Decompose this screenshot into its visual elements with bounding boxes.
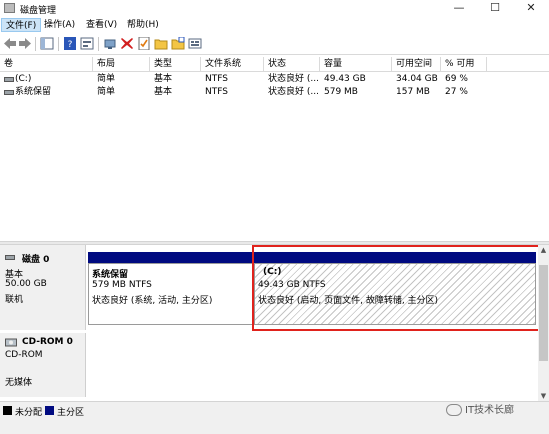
table-row[interactable]: (C:) 简单 基本 NTFS 状态良好 (... 49.43 GB 34.04… xyxy=(0,73,549,86)
checklist-icon[interactable] xyxy=(137,37,151,50)
partition-status: 状态良好 (系统, 活动, 主分区) xyxy=(92,296,213,306)
column-header-type[interactable]: 类型 xyxy=(150,57,201,72)
partition-system-reserved-bar xyxy=(88,252,253,263)
delete-icon[interactable] xyxy=(120,37,134,50)
type-cell: 基本 xyxy=(154,74,173,84)
connect-icon[interactable] xyxy=(103,37,117,50)
cdrom-name: CD-ROM 0 xyxy=(22,337,73,347)
scroll-down-icon[interactable]: ▼ xyxy=(538,391,549,401)
toolbar-separator xyxy=(58,37,59,51)
volume-list: 卷 布局 类型 文件系统 状态 容量 可用空间 % 可用 (C:) 简单 基本 … xyxy=(0,57,549,242)
cdrom-type: CD-ROM xyxy=(5,350,43,360)
disk-icon xyxy=(5,255,15,260)
svg-text:?: ? xyxy=(68,40,73,50)
capacity-cell: 579 MB xyxy=(324,87,358,97)
menu-action[interactable]: 操作(A) xyxy=(40,18,79,32)
column-header-percent-free[interactable]: % 可用 xyxy=(441,57,487,72)
scroll-up-icon[interactable]: ▲ xyxy=(538,245,549,255)
partition-size: 579 MB NTFS xyxy=(92,280,152,290)
disk-management-app-icon xyxy=(4,3,15,13)
status-cell: 状态良好 (... xyxy=(268,74,319,84)
console-tree-icon[interactable] xyxy=(40,37,54,50)
filesystem-cell: NTFS xyxy=(205,87,228,97)
legend-primary-swatch xyxy=(45,406,54,415)
back-icon[interactable] xyxy=(3,37,17,50)
disk-0-label[interactable]: 磁盘 0 基本 50.00 GB 联机 xyxy=(0,245,86,330)
open-folder-icon[interactable] xyxy=(154,37,168,50)
column-header-capacity[interactable]: 容量 xyxy=(320,57,392,72)
vertical-scrollbar[interactable]: ▲ ▼ xyxy=(538,245,549,401)
scroll-thumb[interactable] xyxy=(539,265,548,361)
new-folder-icon[interactable] xyxy=(171,37,185,50)
wechat-icon xyxy=(446,404,462,416)
status-bar xyxy=(0,419,549,434)
window-title: 磁盘管理 xyxy=(20,6,57,16)
help-icon[interactable]: ? xyxy=(63,37,77,50)
toolbar: ? xyxy=(0,33,549,55)
type-cell: 基本 xyxy=(154,87,173,97)
legend-primary-label: 主分区 xyxy=(57,408,85,418)
column-header-filesystem[interactable]: 文件系统 xyxy=(201,57,264,72)
legend-unallocated-label: 未分配 xyxy=(15,408,43,418)
disk-size: 50.00 GB xyxy=(5,279,47,289)
free-space-cell: 34.04 GB xyxy=(396,74,438,84)
column-header-volume[interactable]: 卷 xyxy=(0,57,93,72)
percent-free-cell: 27 % xyxy=(445,87,468,97)
capacity-cell: 49.43 GB xyxy=(324,74,366,84)
cdrom-icon xyxy=(5,338,17,347)
volume-icon xyxy=(4,77,14,82)
disk-name: 磁盘 0 xyxy=(22,255,50,265)
volume-cell: (C:) xyxy=(15,74,32,84)
menu-file[interactable]: 文件(F) xyxy=(1,18,42,32)
partition-name: 系统保留 xyxy=(92,270,129,280)
column-header-free-space[interactable]: 可用空间 xyxy=(392,57,441,72)
filesystem-cell: NTFS xyxy=(205,74,228,84)
watermark-text: IT技术长廊 xyxy=(465,405,515,416)
percent-free-cell: 69 % xyxy=(445,74,468,84)
view-icon[interactable] xyxy=(188,37,202,50)
menu-bar: 文件(F) 操作(A) 查看(V) 帮助(H) xyxy=(0,17,549,33)
highlight-box xyxy=(252,245,540,331)
close-button[interactable]: ✕ xyxy=(513,0,549,17)
maximize-button[interactable]: ☐ xyxy=(477,0,513,17)
column-header-layout[interactable]: 布局 xyxy=(93,57,150,72)
layout-cell: 简单 xyxy=(97,87,116,97)
partition-system-reserved[interactable]: 系统保留 579 MB NTFS 状态良好 (系统, 活动, 主分区) xyxy=(88,263,253,325)
toolbar-separator xyxy=(35,37,36,51)
menu-view[interactable]: 查看(V) xyxy=(82,18,121,32)
column-header-blank xyxy=(487,57,549,72)
volume-icon xyxy=(4,90,14,95)
table-row[interactable]: 系统保留 简单 基本 NTFS 状态良好 (... 579 MB 157 MB … xyxy=(0,86,549,99)
properties-icon[interactable] xyxy=(80,37,94,50)
minimize-button[interactable]: — xyxy=(441,0,477,17)
free-space-cell: 157 MB xyxy=(396,87,430,97)
cdrom-0-label[interactable]: CD-ROM 0 CD-ROM 无媒体 xyxy=(0,333,86,397)
disk-status: 联机 xyxy=(5,295,24,305)
forward-icon[interactable] xyxy=(18,37,32,50)
layout-cell: 简单 xyxy=(97,74,116,84)
cdrom-status: 无媒体 xyxy=(5,378,33,388)
status-cell: 状态良好 (... xyxy=(268,87,319,97)
title-bar: 磁盘管理 — ☐ ✕ xyxy=(0,0,549,17)
toolbar-separator xyxy=(98,37,99,51)
column-header-status[interactable]: 状态 xyxy=(264,57,320,72)
watermark: IT技术长廊 xyxy=(446,401,515,416)
volume-cell: 系统保留 xyxy=(15,87,52,97)
legend-unallocated-swatch xyxy=(3,406,12,415)
menu-help[interactable]: 帮助(H) xyxy=(123,18,163,32)
